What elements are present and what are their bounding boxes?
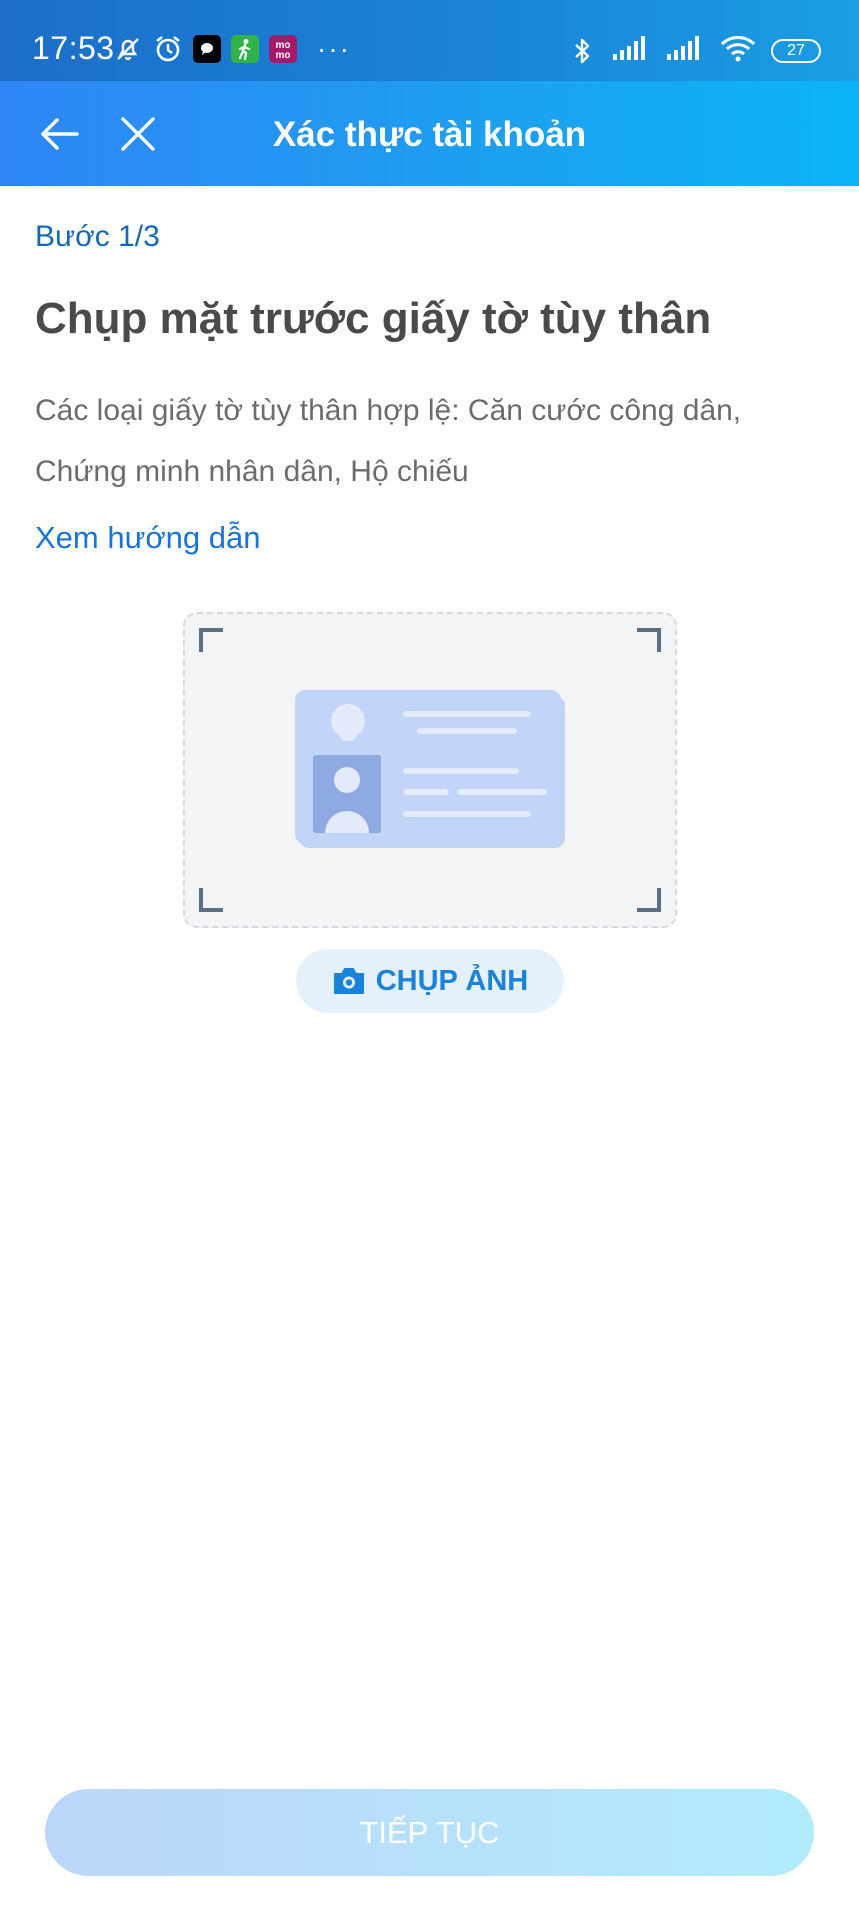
page-header-title: Xác thực tài khoản [272, 115, 587, 154]
page-title: Chụp mặt trước giấy tờ tùy thân [35, 294, 712, 343]
battery-level: 27 [787, 41, 805, 59]
fitness-app-icon [231, 35, 259, 63]
frame-corner-top-right [637, 628, 661, 652]
id-card-icon [295, 690, 565, 848]
status-bar: 17:53 mo mo ··· 27 [0, 0, 859, 81]
continue-label: TIẾP TỤC [359, 1814, 500, 1850]
status-right-icons: 27 [567, 33, 821, 68]
mute-icon [113, 34, 143, 64]
description-text: Các loại giấy tờ tùy thân hợp lệ: Căn cư… [35, 394, 742, 488]
continue-button[interactable]: TIẾP TỤC [45, 1789, 814, 1876]
status-time: 17:53 [32, 30, 115, 66]
frame-corner-top-left [199, 628, 223, 652]
app-header: Xác thực tài khoản [0, 81, 859, 186]
bluetooth-icon [567, 36, 597, 66]
signal-icon [665, 34, 705, 67]
frame-corner-bottom-right [637, 888, 661, 912]
wifi-icon [719, 33, 757, 68]
status-left-icons: mo mo ··· [113, 33, 351, 65]
battery-icon: 27 [771, 38, 821, 63]
momo-app-icon: mo mo [269, 35, 297, 63]
step-indicator: Bước 1/3 [35, 220, 160, 253]
view-guide-link[interactable]: Xem hướng dẫn [35, 520, 261, 556]
camera-icon [333, 968, 364, 994]
svg-text:mo: mo [276, 50, 291, 61]
frame-corner-bottom-left [199, 888, 223, 912]
more-notifications-indicator: ··· [317, 33, 351, 64]
capture-photo-label: CHỤP ẢNH [375, 964, 529, 997]
page: 17:53 mo mo ··· 27 Xác thực tài khoản Bư… [0, 0, 859, 1908]
signal-icon [611, 34, 651, 67]
capture-photo-button[interactable]: CHỤP ẢNH [296, 949, 564, 1013]
alarm-icon [153, 34, 183, 64]
id-capture-frame[interactable] [183, 612, 677, 928]
message-app-icon [193, 35, 221, 63]
